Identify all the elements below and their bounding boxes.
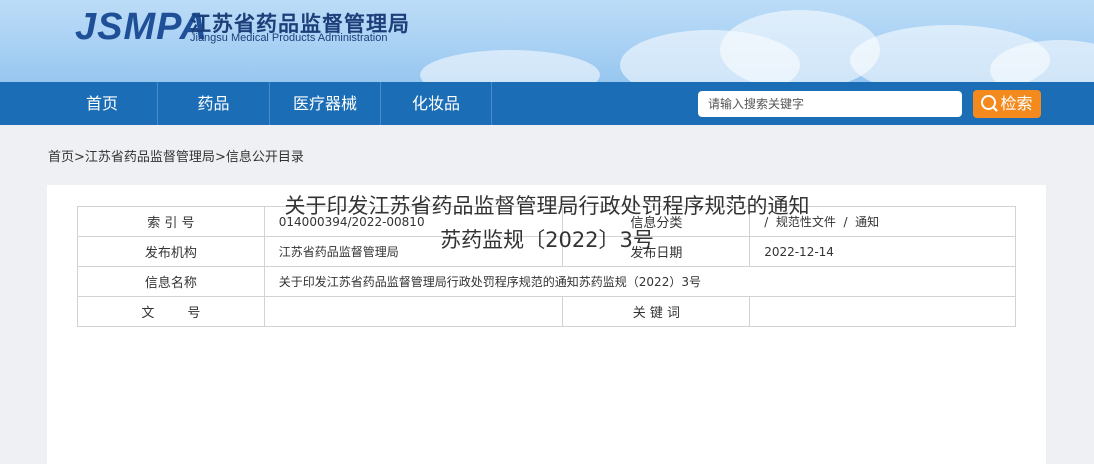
breadcrumb-separator: >	[74, 150, 85, 165]
search-icon	[981, 95, 997, 110]
header-banner: JSMPA 江苏省药品监督管理局 Jiangsu Medical Product…	[0, 0, 1094, 82]
breadcrumb-current[interactable]: 信息公开目录	[226, 150, 304, 165]
article-title: 关于印发江苏省药品监督管理局行政处罚程序规范的通知	[284, 194, 810, 218]
table-row: 文 号 关 键 词	[77, 296, 1016, 327]
banner-cloud	[420, 50, 600, 82]
search-input[interactable]	[698, 91, 962, 117]
article-doc-number: 苏药监规〔2022〕3号	[440, 228, 654, 252]
nav-divider	[491, 82, 492, 125]
keywords-value	[749, 296, 1016, 327]
site-logo[interactable]: JSMPA	[75, 6, 208, 49]
table-row: 信息名称 关于印发江苏省药品监督管理局行政处罚程序规范的通知苏药监规（2022）…	[77, 266, 1017, 297]
nav-item-cosmetics[interactable]: 化妆品	[381, 82, 491, 125]
breadcrumb-separator: >	[214, 150, 226, 165]
keywords-label: 关 键 词	[562, 296, 751, 327]
name-label: 信息名称	[77, 266, 265, 297]
docno-value	[263, 296, 564, 327]
name-value: 关于印发江苏省药品监督管理局行政处罚程序规范的通知苏药监规（2022）3号	[263, 266, 1017, 297]
nav-item-drugs[interactable]: 药品	[158, 82, 269, 125]
breadcrumb: 首页>江苏省药品监督管理局>信息公开目录	[48, 146, 304, 165]
search-button-label: 检索	[1000, 94, 1033, 113]
breadcrumb-org[interactable]: 江苏省药品监督管理局	[85, 150, 215, 165]
search-button[interactable]: 检索	[973, 90, 1041, 118]
nav-item-home[interactable]: 首页	[47, 82, 157, 125]
site-name-en: Jiangsu Medical Products Administration	[190, 32, 388, 44]
nav-item-medical-devices[interactable]: 医疗器械	[270, 82, 380, 125]
breadcrumb-home[interactable]: 首页	[48, 150, 74, 165]
docno-label: 文 号	[77, 296, 265, 327]
